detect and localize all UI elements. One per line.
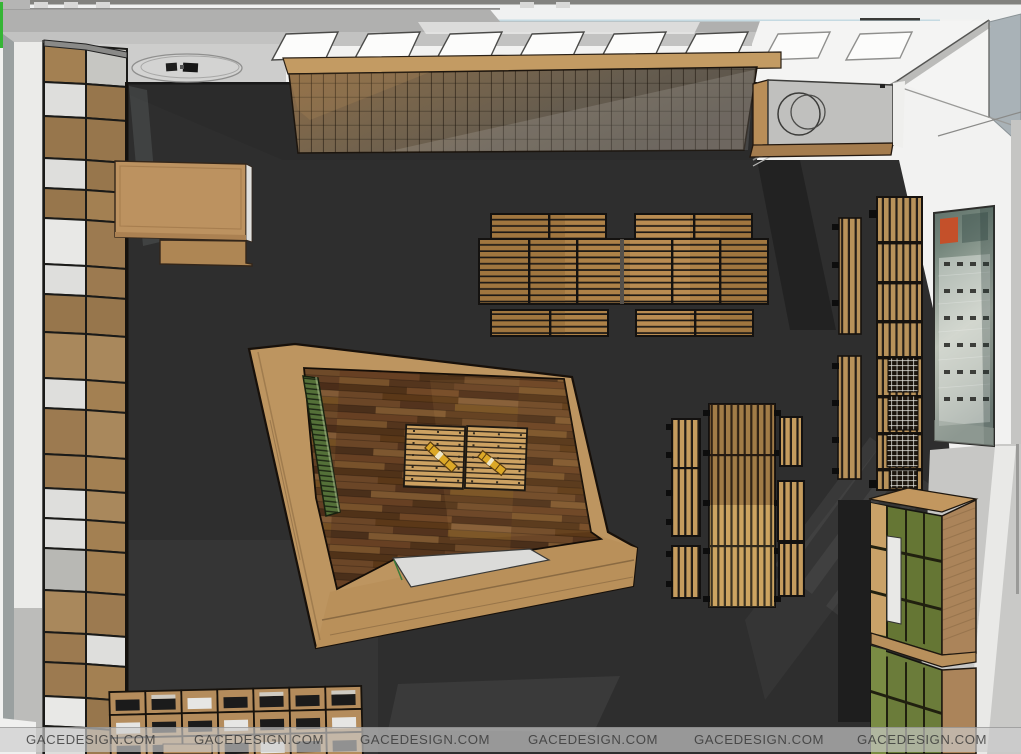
svg-text:GACEDESIGN.COM: GACEDESIGN.COM [194, 732, 324, 747]
svg-text:GACEDESIGN.COM: GACEDESIGN.COM [694, 732, 824, 747]
svg-text:GACEDESIGN.COM: GACEDESIGN.COM [528, 732, 658, 747]
svg-text:GACEDESIGN.COM: GACEDESIGN.COM [360, 732, 490, 747]
svg-text:GACEDESIGN.COM: GACEDESIGN.COM [26, 732, 156, 747]
svg-text:GACEDESIGN.COM: GACEDESIGN.COM [857, 732, 987, 747]
